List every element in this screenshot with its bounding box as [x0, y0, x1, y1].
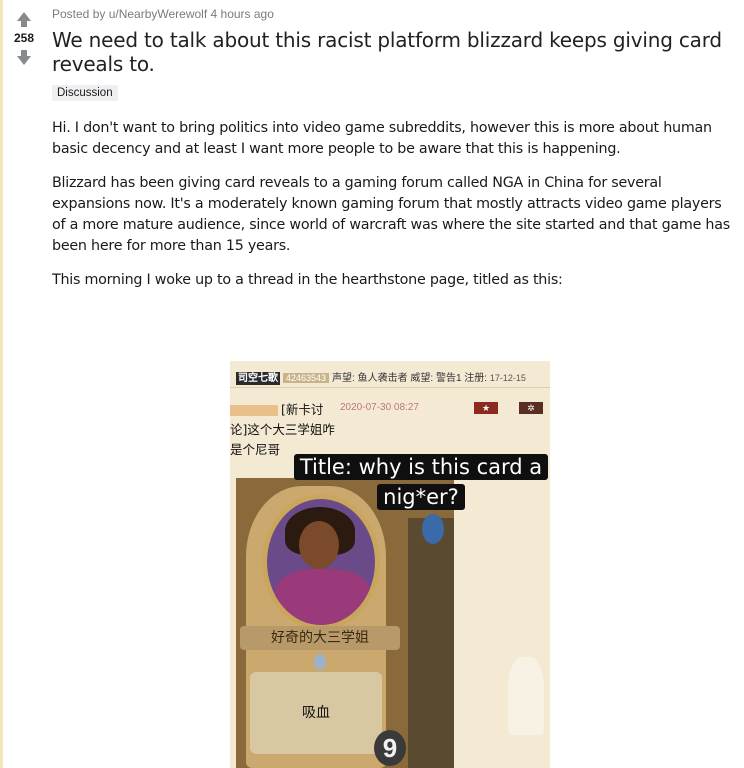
star-icon: ★ — [474, 402, 498, 414]
portrait-body — [275, 569, 371, 625]
post-paragraph: This morning I woke up to a thread in th… — [52, 272, 563, 288]
card-portrait — [262, 494, 380, 630]
image-uid: 42463543 — [283, 373, 330, 383]
post-meta[interactable]: Posted by u/NearbyWerewolf 4 hours ago — [52, 7, 732, 21]
image-username: 司空七歌 — [236, 372, 280, 385]
gear-icon: ✲ — [519, 402, 543, 414]
flair-badge[interactable]: Discussion — [52, 85, 118, 101]
post-paragraph: Blizzard has been giving card reveals to… — [52, 175, 730, 254]
card-name-banner: 好奇的大三学姐 — [240, 626, 400, 650]
divider — [230, 387, 550, 388]
post-content: Posted by u/NearbyWerewolf 4 hours ago W… — [52, 0, 732, 291]
card-body: 好奇的大三学姐 吸血 9 — [240, 486, 406, 768]
downvote-icon[interactable] — [17, 50, 31, 65]
image-caption-text: Title: why is this card a nig*er? — [293, 454, 549, 510]
card-stat: 9 — [374, 730, 406, 766]
vote-column: 258 — [4, 6, 44, 65]
hearthstone-card: 好奇的大三学姐 吸血 9 — [236, 478, 454, 768]
image-thread-date: 2020-07-30 08:27 — [340, 402, 419, 413]
card-text: 吸血 — [302, 705, 330, 721]
image-header-rest: 声望: 鱼人袭击者 威望: 警告1 注册: — [332, 373, 488, 384]
rarity-gem-icon — [314, 654, 326, 670]
image-header: 司空七歌 42463543 声望: 鱼人袭击者 威望: 警告1 注册: 17-12-… — [236, 369, 526, 385]
left-rail — [0, 0, 3, 768]
upvote-icon[interactable] — [17, 12, 31, 27]
image-header-date: 17-12-15 — [489, 373, 526, 383]
image-thread-title: [新卡讨论]这个大三学姐咋是个尼哥 — [230, 400, 340, 460]
card-frame-right — [408, 518, 454, 768]
post-image[interactable]: 司空七歌 42463543 声望: 鱼人袭击者 威望: 警告1 注册: 17-12-… — [230, 361, 550, 768]
portrait-face — [299, 521, 339, 569]
mana-gem-icon — [422, 514, 444, 544]
card-textbox: 吸血 — [250, 672, 382, 754]
post-title[interactable]: We need to talk about this racist platfo… — [52, 28, 732, 76]
vote-icons — [230, 405, 278, 416]
vote-score: 258 — [13, 31, 35, 45]
watermark — [508, 657, 544, 735]
image-caption: Title: why is this card a nig*er? — [276, 452, 566, 512]
post-paragraph: Hi. I don't want to bring politics into … — [52, 120, 712, 157]
